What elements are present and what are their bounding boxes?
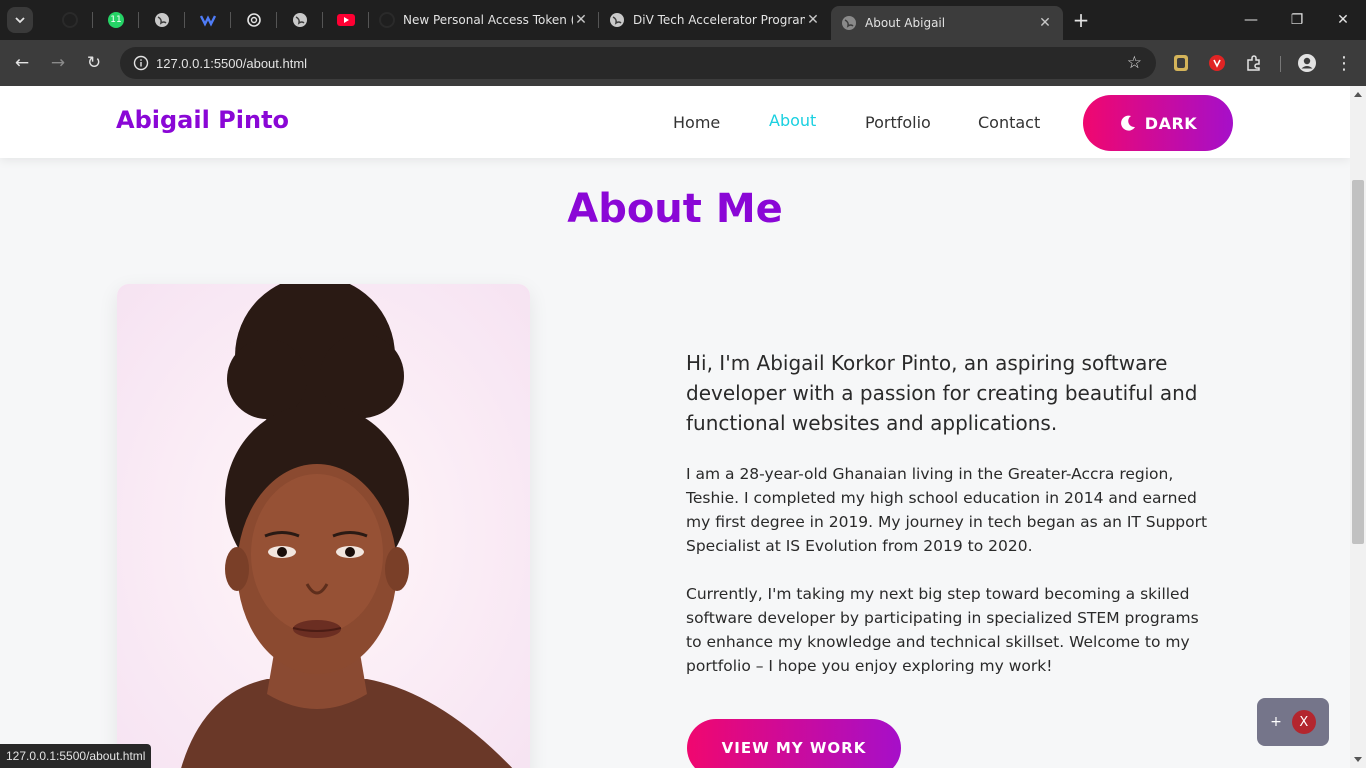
pinned-tabs: 11 [47, 0, 369, 40]
back-button[interactable]: ← [4, 45, 40, 81]
pinned-tab-copilot[interactable] [185, 0, 231, 40]
browser-toolbar: ← → ↻ 127.0.0.1:5500/about.html ☆ ⋮ [0, 40, 1366, 86]
dark-mode-toggle[interactable]: DARK [1083, 95, 1233, 151]
close-tab-icon[interactable]: ✕ [573, 12, 589, 28]
view-my-work-button[interactable]: VIEW MY WORK [687, 719, 901, 768]
moon-icon [1120, 115, 1135, 131]
nav-link-portfolio[interactable]: Portfolio [865, 113, 931, 132]
url-text: 127.0.0.1:5500/about.html [156, 55, 308, 71]
bio-paragraph-1: I am a 28-year-old Ghanaian living in th… [686, 465, 1208, 555]
pinned-tab-globe[interactable] [139, 0, 185, 40]
address-bar[interactable]: 127.0.0.1:5500/about.html ☆ [120, 47, 1156, 79]
close-tab-icon[interactable]: ✕ [805, 12, 821, 28]
bookmark-star-icon[interactable]: ☆ [1127, 53, 1142, 73]
bio-paragraph-2: Currently, I'm taking my next big step t… [686, 585, 1199, 675]
extensions-puzzle-icon[interactable] [1241, 50, 1267, 76]
link-status-bar: 127.0.0.1:5500/about.html [0, 744, 152, 768]
youtube-icon [337, 14, 355, 26]
close-tab-icon[interactable]: ✕ [1037, 15, 1053, 31]
minimize-icon[interactable]: — [1228, 0, 1274, 40]
intro-lead: Hi, I'm Abigail Korkor Pinto, an aspirin… [686, 351, 1198, 435]
tab-personal-access-token[interactable]: New Personal Access Token (Cla ✕ [369, 0, 599, 40]
browser-menu-icon[interactable]: ⋮ [1331, 50, 1357, 76]
reload-button[interactable]: ↻ [76, 45, 112, 81]
pinned-tab-github[interactable] [47, 0, 93, 40]
page-title: About Me [567, 186, 783, 232]
tab-about-abigail[interactable]: About Abigail ✕ [831, 6, 1063, 40]
pinned-tab-whatsapp[interactable]: 11 [93, 0, 139, 40]
site-logo[interactable]: Abigail Pinto [116, 106, 289, 134]
profile-photo [117, 284, 530, 768]
site-info-icon[interactable] [126, 55, 156, 71]
scroll-up-icon[interactable] [1354, 92, 1362, 97]
forward-arrow-icon: → [50, 53, 66, 73]
chatgpt-icon [247, 13, 261, 27]
back-arrow-icon: ← [14, 53, 30, 73]
globe-icon [155, 13, 169, 27]
tab-title: New Personal Access Token (Cla [403, 13, 573, 27]
extension-icon-2[interactable] [1204, 50, 1230, 76]
extension-icon-1[interactable] [1168, 50, 1194, 76]
window-controls: — ❐ ✕ [1228, 0, 1366, 40]
scrollbar-thumb[interactable] [1352, 180, 1364, 544]
nav-link-home[interactable]: Home [673, 113, 720, 132]
tab-title: About Abigail [865, 16, 946, 30]
globe-icon [842, 16, 856, 30]
tab-title: DiV Tech Accelerator Program F [633, 13, 805, 27]
tab-search-button[interactable] [7, 7, 33, 33]
whatsapp-icon: 11 [108, 12, 124, 28]
widget-close-button[interactable]: X [1291, 710, 1316, 734]
pinned-tab-youtube[interactable] [323, 0, 369, 40]
copilot-icon [199, 15, 217, 27]
github-icon [62, 12, 78, 28]
nav-link-contact[interactable]: Contact [978, 113, 1040, 132]
nav-link-about[interactable]: About [769, 111, 816, 130]
pinned-tab-chatgpt[interactable] [231, 0, 277, 40]
scroll-down-icon[interactable] [1354, 757, 1362, 762]
tab-div-tech[interactable]: DiV Tech Accelerator Program F ✕ [599, 0, 831, 40]
restore-icon[interactable]: ❐ [1274, 0, 1320, 40]
profile-avatar-icon[interactable] [1294, 50, 1320, 76]
widget-plus-button[interactable]: + [1270, 714, 1282, 730]
dark-mode-label: DARK [1144, 113, 1198, 133]
new-tab-button[interactable]: + [1063, 0, 1099, 40]
browser-tab-bar: 11 New Personal Access Token (Cla ✕ [0, 0, 1366, 40]
floating-widget: + X [1257, 698, 1329, 746]
page-scrollbar[interactable] [1350, 86, 1366, 768]
toolbar-divider [1280, 56, 1281, 72]
page-viewport: Abigail Pinto Home About Portfolio Conta… [0, 86, 1350, 768]
globe-icon [610, 13, 624, 27]
globe-icon [293, 13, 307, 27]
github-icon [379, 12, 395, 28]
forward-button[interactable]: → [40, 45, 76, 81]
pinned-tab-globe-2[interactable] [277, 0, 323, 40]
close-window-icon[interactable]: ✕ [1320, 0, 1366, 40]
chevron-down-icon [15, 17, 25, 24]
site-navbar: Abigail Pinto Home About Portfolio Conta… [0, 86, 1350, 158]
reload-icon: ↻ [86, 53, 102, 73]
